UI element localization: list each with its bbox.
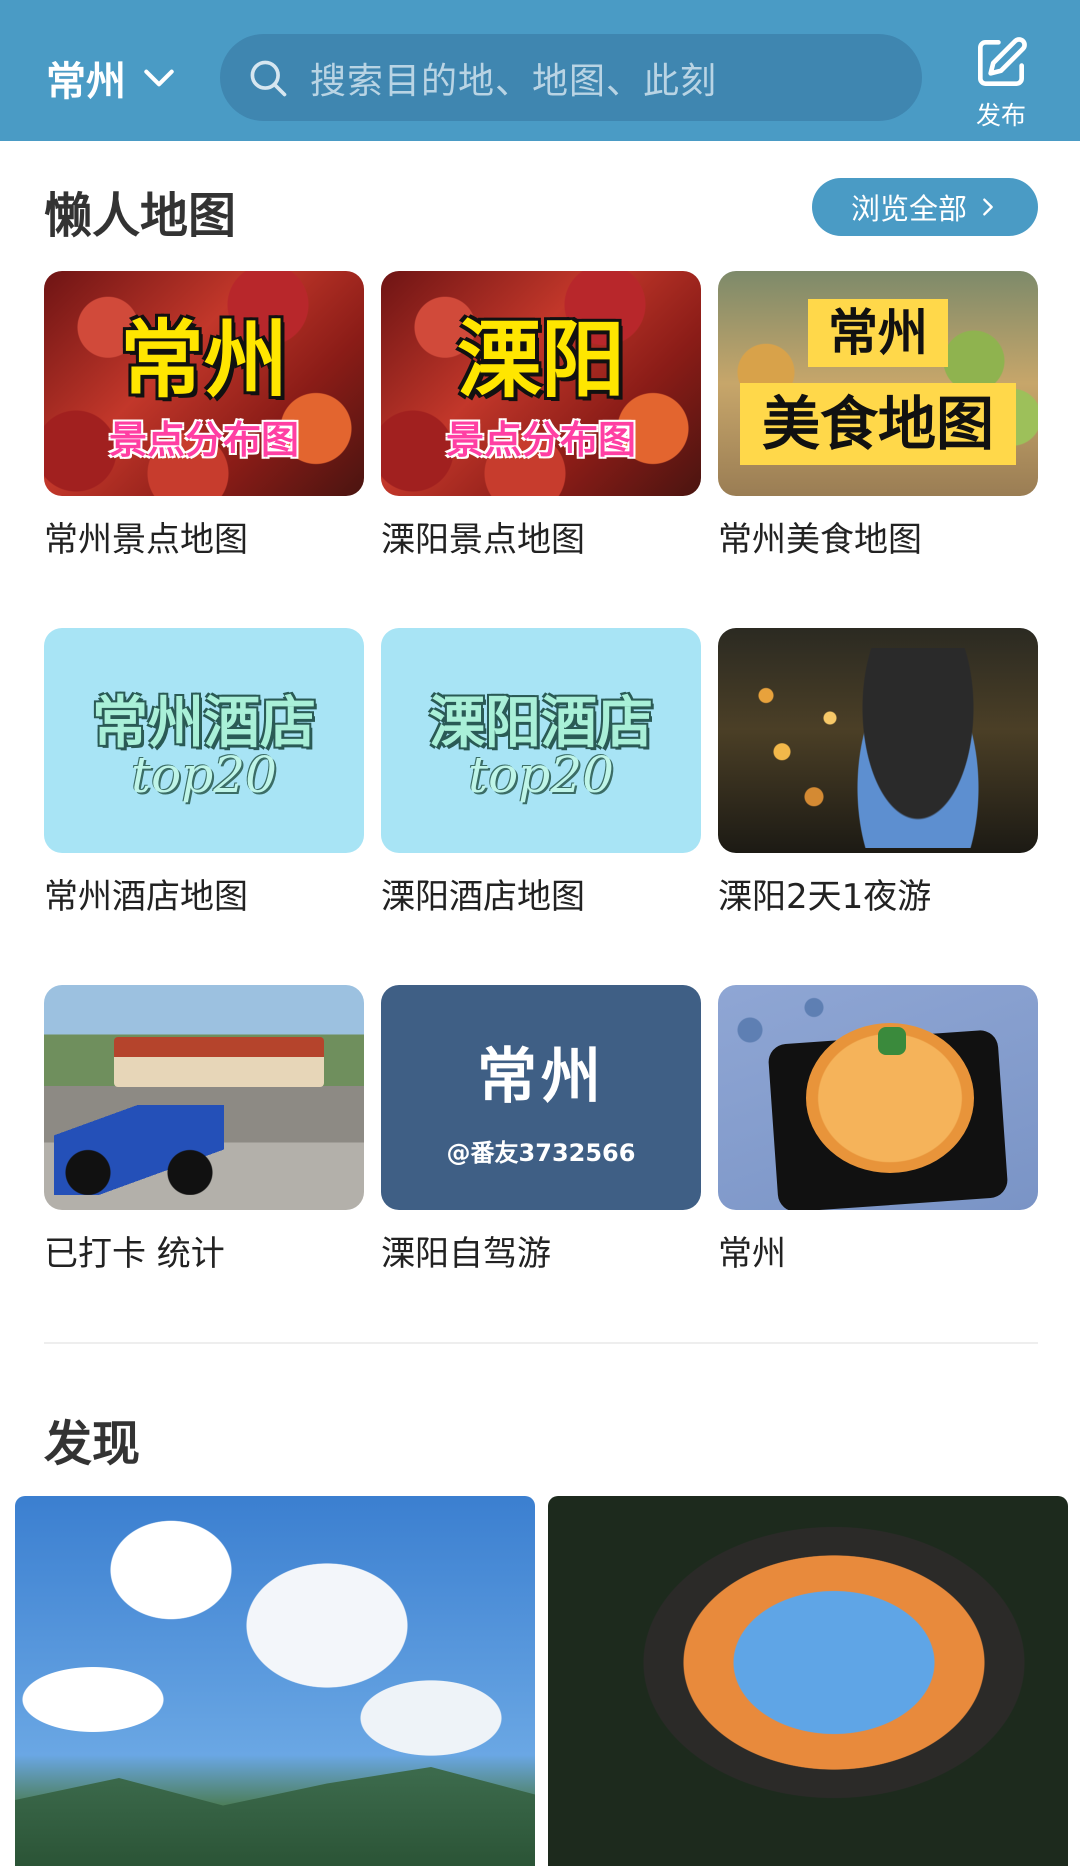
- thumb-title: 常州: [477, 1041, 605, 1112]
- thumb-title: 常州: [119, 310, 288, 409]
- map-card-label: 溧阳酒店地图: [381, 877, 585, 917]
- map-card-label: 溧阳2天1夜游: [718, 877, 932, 917]
- thumb-subtitle: 美食地图: [740, 383, 1016, 465]
- map-card-checkin-stats[interactable]: 已打卡 统计: [44, 985, 364, 1275]
- discover-card-mountains[interactable]: [15, 1496, 535, 1866]
- map-thumbnail: 常州 @番友3732566: [381, 985, 701, 1210]
- map-card-label: 溧阳自驾游: [381, 1234, 551, 1274]
- publish-button[interactable]: 发布: [956, 32, 1046, 132]
- thumb-subtitle: 景点分布图: [108, 418, 299, 462]
- map-card-changzhou-food[interactable]: 常州 美食地图 常州美食地图: [718, 271, 1038, 561]
- browse-all-button[interactable]: 浏览全部: [812, 178, 1038, 236]
- map-thumbnail: 溧阳酒店 top20: [381, 628, 701, 853]
- map-card-liyang-spots[interactable]: 溧阳 景点分布图 溧阳景点地图: [381, 271, 701, 561]
- search-icon: [250, 60, 287, 96]
- publish-label: 发布: [975, 101, 1026, 130]
- map-thumbnail: 常州 美食地图: [718, 271, 1038, 496]
- map-thumbnail: 常州 景点分布图: [44, 271, 364, 496]
- map-card-changzhou-hotels[interactable]: 常州酒店 top20 常州酒店地图: [44, 628, 364, 918]
- map-thumbnail: 常州酒店 top20: [44, 628, 364, 853]
- map-card-changzhou-spots[interactable]: 常州 景点分布图 常州景点地图: [44, 271, 364, 561]
- map-card-liyang-hotels[interactable]: 溧阳酒店 top20 溧阳酒店地图: [381, 628, 701, 918]
- map-thumbnail: [718, 628, 1038, 853]
- map-thumbnail: [44, 985, 364, 1210]
- map-card-label: 已打卡 统计: [44, 1234, 225, 1274]
- map-card-changzhou[interactable]: 常州: [718, 985, 1038, 1275]
- browse-all-label: 浏览全部: [850, 192, 967, 226]
- search-placeholder: 搜索目的地、地图、此刻: [310, 60, 718, 102]
- top-bar: 常州 搜索目的地、地图、此刻 发布: [0, 0, 1080, 141]
- thumb-subtitle: top20: [131, 746, 277, 804]
- map-card-label: 溧阳景点地图: [381, 520, 585, 560]
- thumb-subtitle: @番友3732566: [446, 1138, 636, 1167]
- pumpkin-stem: [878, 1027, 906, 1055]
- penguin-photo: [848, 648, 988, 848]
- chevron-down-icon: [144, 69, 174, 87]
- map-card-liyang-drive[interactable]: 常州 @番友3732566 溧阳自驾游: [381, 985, 701, 1275]
- section-divider: [44, 1342, 1038, 1344]
- thumb-title: 溧阳: [456, 310, 625, 409]
- map-card-liyang-2day[interactable]: 溧阳2天1夜游: [718, 628, 1038, 918]
- map-card-label: 常州景点地图: [44, 520, 248, 560]
- map-card-label: 常州: [718, 1234, 786, 1274]
- map-thumbnail: 溧阳 景点分布图: [381, 271, 701, 496]
- mountain-photo: [15, 1767, 535, 1866]
- section-title-lazy-maps: 懒人地图: [44, 188, 237, 244]
- map-card-label: 常州美食地图: [718, 520, 922, 560]
- map-card-label: 常州酒店地图: [44, 877, 248, 917]
- search-bar[interactable]: 搜索目的地、地图、此刻: [220, 34, 922, 121]
- section-title-discover: 发现: [44, 1416, 141, 1472]
- edit-icon: [978, 37, 1027, 86]
- motorcycle-photo: [54, 1105, 224, 1195]
- discover-card-sky-tunnel[interactable]: [548, 1496, 1068, 1866]
- thumb-subtitle: top20: [468, 746, 614, 804]
- thumb-title: 常州: [808, 299, 948, 367]
- chevron-right-icon: [983, 198, 993, 216]
- thumb-subtitle: 景点分布图: [445, 418, 636, 462]
- temple-photo: [114, 1037, 324, 1087]
- city-name: 常州: [46, 59, 126, 105]
- map-thumbnail: [718, 985, 1038, 1210]
- city-selector[interactable]: 常州: [46, 48, 178, 108]
